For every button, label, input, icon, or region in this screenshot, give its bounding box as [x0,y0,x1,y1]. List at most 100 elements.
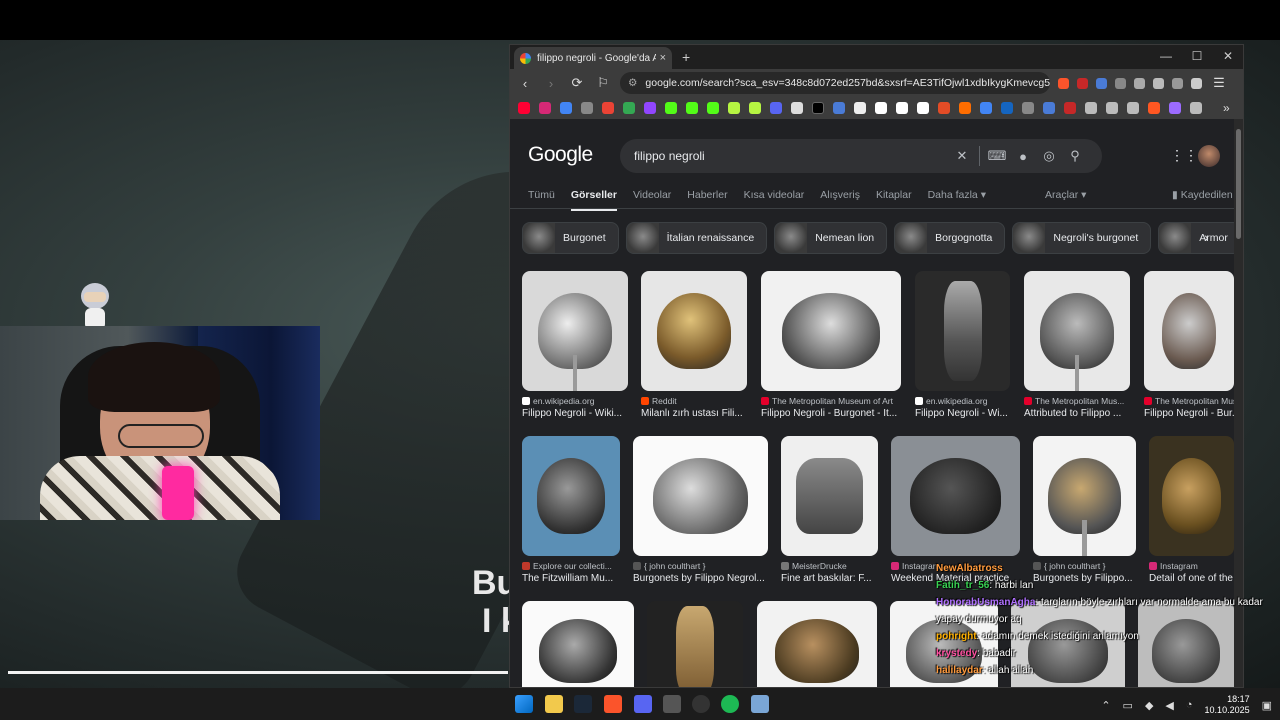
search-input[interactable]: filippo negroli ✕ ⌨ ● ◎ ⚲ [620,139,1102,173]
notifications-icon[interactable]: ▣ [1262,699,1272,712]
google-logo[interactable]: Google [528,143,593,167]
amazon-bookmark-icon[interactable] [896,102,908,114]
image-result[interactable] [757,601,877,687]
bookmark-icon[interactable] [1001,102,1013,114]
start-icon[interactable] [515,695,533,713]
translate-bookmark-icon[interactable] [560,102,572,114]
result-title[interactable]: Filippo Negroli - Wi... [915,408,1010,419]
chevron-right-icon[interactable]: › [1204,229,1209,245]
bookmark-icon[interactable] [854,102,866,114]
bookmark-icon[interactable] [1190,102,1202,114]
chip-borgognotta[interactable]: Borgognotta [894,222,1006,254]
clear-icon[interactable]: ✕ [949,148,975,164]
gmail-bookmark-icon[interactable] [602,102,614,114]
chip-negrolis-burgonet[interactable]: Negroli's burgonet [1012,222,1152,254]
bookmark-page-icon[interactable]: ⚐ [594,75,612,91]
tab-close-icon[interactable]: × [660,52,666,64]
file-explorer-icon[interactable] [545,695,563,713]
extension-icon[interactable] [1115,77,1126,89]
kick-bookmark-icon[interactable] [686,102,698,114]
extensions-puzzle-icon[interactable] [1153,77,1164,89]
menu-icon[interactable]: ☰ [1210,75,1228,91]
result-title[interactable]: Fine art baskılar: F... [781,573,878,584]
brave-shields-icon[interactable] [1058,77,1069,89]
keyboard-icon[interactable]: ⌨ [984,148,1010,164]
tab-google-search[interactable]: filippo negroli - Google'da Ara × [514,47,672,69]
bookmark-icon[interactable] [581,102,593,114]
image-result[interactable]: en.wikipedia.org Filippo Negroli - Wiki.… [522,271,628,419]
result-title[interactable]: Milanlı zırh ustası Fili... [641,408,747,419]
scrollbar-thumb[interactable] [1236,129,1241,239]
image-result[interactable]: The Metropolitan Museum of Art Filippo N… [761,271,901,419]
bookmark-icon[interactable] [1085,102,1097,114]
chevron-up-icon[interactable]: ⌃ [1101,699,1110,712]
bookmark-icon[interactable] [728,102,740,114]
extension-icon[interactable] [1096,77,1107,89]
forward-icon[interactable]: › [542,76,560,91]
network-icon[interactable]: ◆ [1145,699,1153,712]
back-icon[interactable]: ‹ [516,76,534,91]
youtube-bookmark-icon[interactable] [518,102,530,114]
bookmark-icon[interactable] [1064,102,1076,114]
microphone-icon[interactable]: ● [1010,149,1036,164]
result-title[interactable]: Filippo Negroli - Burgonet - It... [761,408,901,419]
discord-icon[interactable] [634,695,652,713]
bookmark-icon[interactable] [938,102,950,114]
result-title[interactable]: Filippo Negroli - Wiki... [522,408,628,419]
instagram-bookmark-icon[interactable] [539,102,551,114]
bookmark-icon[interactable] [1043,102,1055,114]
image-result[interactable]: { john coulthart } Burgonets by Filippo … [633,436,768,584]
wifi-icon[interactable]: ◔ [1186,699,1193,711]
bookmark-icon[interactable] [1127,102,1139,114]
extension-icon[interactable] [1134,77,1145,89]
bookmark-icon[interactable] [770,102,782,114]
bookmark-icon[interactable] [1148,102,1160,114]
app-icon[interactable] [663,695,681,713]
bookmark-icon[interactable] [875,102,887,114]
saved-button[interactable]: ▮ Kaydedilen [1172,189,1233,201]
reload-icon[interactable]: ⟳ [568,75,586,91]
chip-italian-renaissance[interactable]: İtalian renaissance [625,222,768,254]
search-icon[interactable]: ⚲ [1062,148,1088,164]
clock[interactable]: 18:17 10.10.2025 [1205,694,1250,716]
chip-burgonet[interactable]: Burgonet [522,222,619,254]
app-icon[interactable] [751,695,769,713]
tools-menu[interactable]: Araçlar ▾ [1045,189,1086,201]
new-tab-button[interactable]: + [682,49,690,65]
bookmark-icon[interactable] [1106,102,1118,114]
close-window-button[interactable]: ✕ [1213,49,1243,63]
image-result[interactable]: Explore our collecti... The Fitzwilliam … [522,436,620,584]
sidebar-icon[interactable] [1172,77,1183,89]
twitch-bookmark-icon[interactable] [644,102,656,114]
image-result[interactable]: en.wikipedia.org Filippo Negroli - Wi... [915,271,1010,419]
image-result[interactable] [647,601,743,687]
image-result[interactable]: The Metropolitan Mus... Filippo Negroli … [1144,271,1234,419]
bookmark-icon[interactable] [749,102,761,114]
bookmark-icon[interactable] [1169,102,1181,114]
lens-icon[interactable]: ◎ [1036,148,1062,164]
result-title[interactable]: Burgonets by Filippo Negrol... [633,573,768,584]
result-title[interactable]: Filippo Negroli - Bur... [1144,408,1234,419]
site-settings-icon[interactable]: ⚙ [628,77,637,89]
chip-nemean-lion[interactable]: Nemean lion [774,222,888,254]
spotify-icon[interactable] [721,695,739,713]
bookmark-icon[interactable] [980,102,992,114]
brave-icon[interactable] [604,695,622,713]
kick-bookmark-icon[interactable] [707,102,719,114]
obs-icon[interactable] [692,695,710,713]
image-result[interactable]: MeisterDrucke Fine art baskılar: F... [781,436,878,584]
more-bookmarks-icon[interactable]: » [1223,101,1230,115]
battery-icon[interactable]: ▭ [1123,699,1133,712]
maximize-button[interactable]: ☐ [1182,49,1212,63]
x-bookmark-icon[interactable] [812,102,824,114]
minimize-button[interactable]: — [1151,49,1181,63]
image-result[interactable]: The Metropolitan Mus... Attributed to Fi… [1024,271,1130,419]
avatar[interactable] [1198,145,1220,167]
speaker-icon[interactable]: ◀ [1165,699,1173,712]
bookmark-icon[interactable] [791,102,803,114]
media-icon[interactable] [1191,77,1202,89]
address-bar[interactable]: ⚙ google.com/search?sca_esv=348c8d072ed2… [620,72,1050,94]
extension-icon[interactable] [1077,77,1088,89]
chip-armor[interactable]: Armor [1158,222,1235,254]
bookmark-icon[interactable] [833,102,845,114]
